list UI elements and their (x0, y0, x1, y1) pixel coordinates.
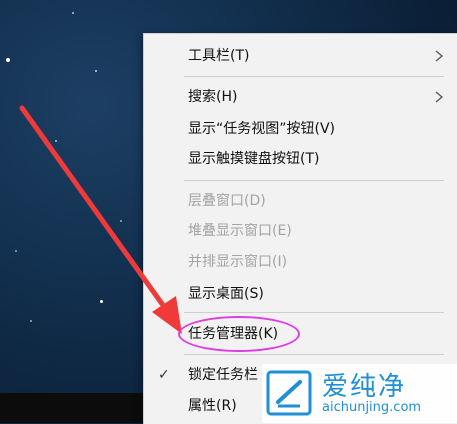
menu-item-label: 锁定任务栏 (188, 367, 258, 383)
highlight-oval-annotation (178, 316, 300, 352)
menu-separator (184, 312, 444, 313)
menu-item-stack-windows[interactable]: 堆叠显示窗口(E) (144, 219, 457, 243)
menu-item-label: 搜索(H) (188, 89, 238, 105)
menu-item-label: 显示触摸键盘按钮(T) (188, 151, 320, 167)
menu-separator (184, 76, 444, 77)
menu-item-label: 堆叠显示窗口(E) (188, 223, 292, 239)
menu-item-cascade-windows[interactable]: 层叠窗口(D) (144, 189, 457, 213)
star (100, 300, 103, 303)
watermark: 爱纯净 aichunjing.com (262, 364, 457, 423)
menu-item-search[interactable]: 搜索(H) (144, 85, 457, 109)
menu-item-show-task-view-button[interactable]: 显示“任务视图”按钮(V) (144, 117, 457, 141)
menu-item-show-desktop[interactable]: 显示桌面(S) (144, 282, 457, 306)
chevron-right-icon (435, 50, 444, 62)
chevron-right-icon (435, 91, 444, 103)
star (15, 250, 17, 252)
star (6, 58, 10, 62)
brand-logo-icon (266, 370, 312, 416)
menu-item-toolbars[interactable]: 工具栏(T) (144, 44, 457, 68)
menu-item-label: 工具栏(T) (188, 48, 250, 64)
watermark-url: aichunjing.com (322, 400, 422, 415)
menu-item-label: 属性(R) (188, 398, 237, 414)
menu-separator (184, 180, 444, 181)
star (120, 220, 122, 222)
checkmark-icon: ✓ (158, 367, 170, 383)
menu-separator (184, 354, 444, 355)
menu-item-label: 显示“任务视图”按钮(V) (188, 121, 336, 137)
star (55, 140, 57, 142)
menu-item-side-by-side-windows[interactable]: 并排显示窗口(I) (144, 250, 457, 274)
star (72, 12, 74, 14)
star (95, 70, 97, 72)
menu-item-show-touch-keyboard-button[interactable]: 显示触摸键盘按钮(T) (144, 147, 457, 171)
menu-item-label: 并排显示窗口(I) (188, 254, 288, 270)
watermark-brand: 爱纯净 (322, 372, 407, 402)
star (30, 320, 32, 322)
menu-item-label: 层叠窗口(D) (188, 193, 266, 209)
menu-item-label: 显示桌面(S) (188, 286, 264, 302)
